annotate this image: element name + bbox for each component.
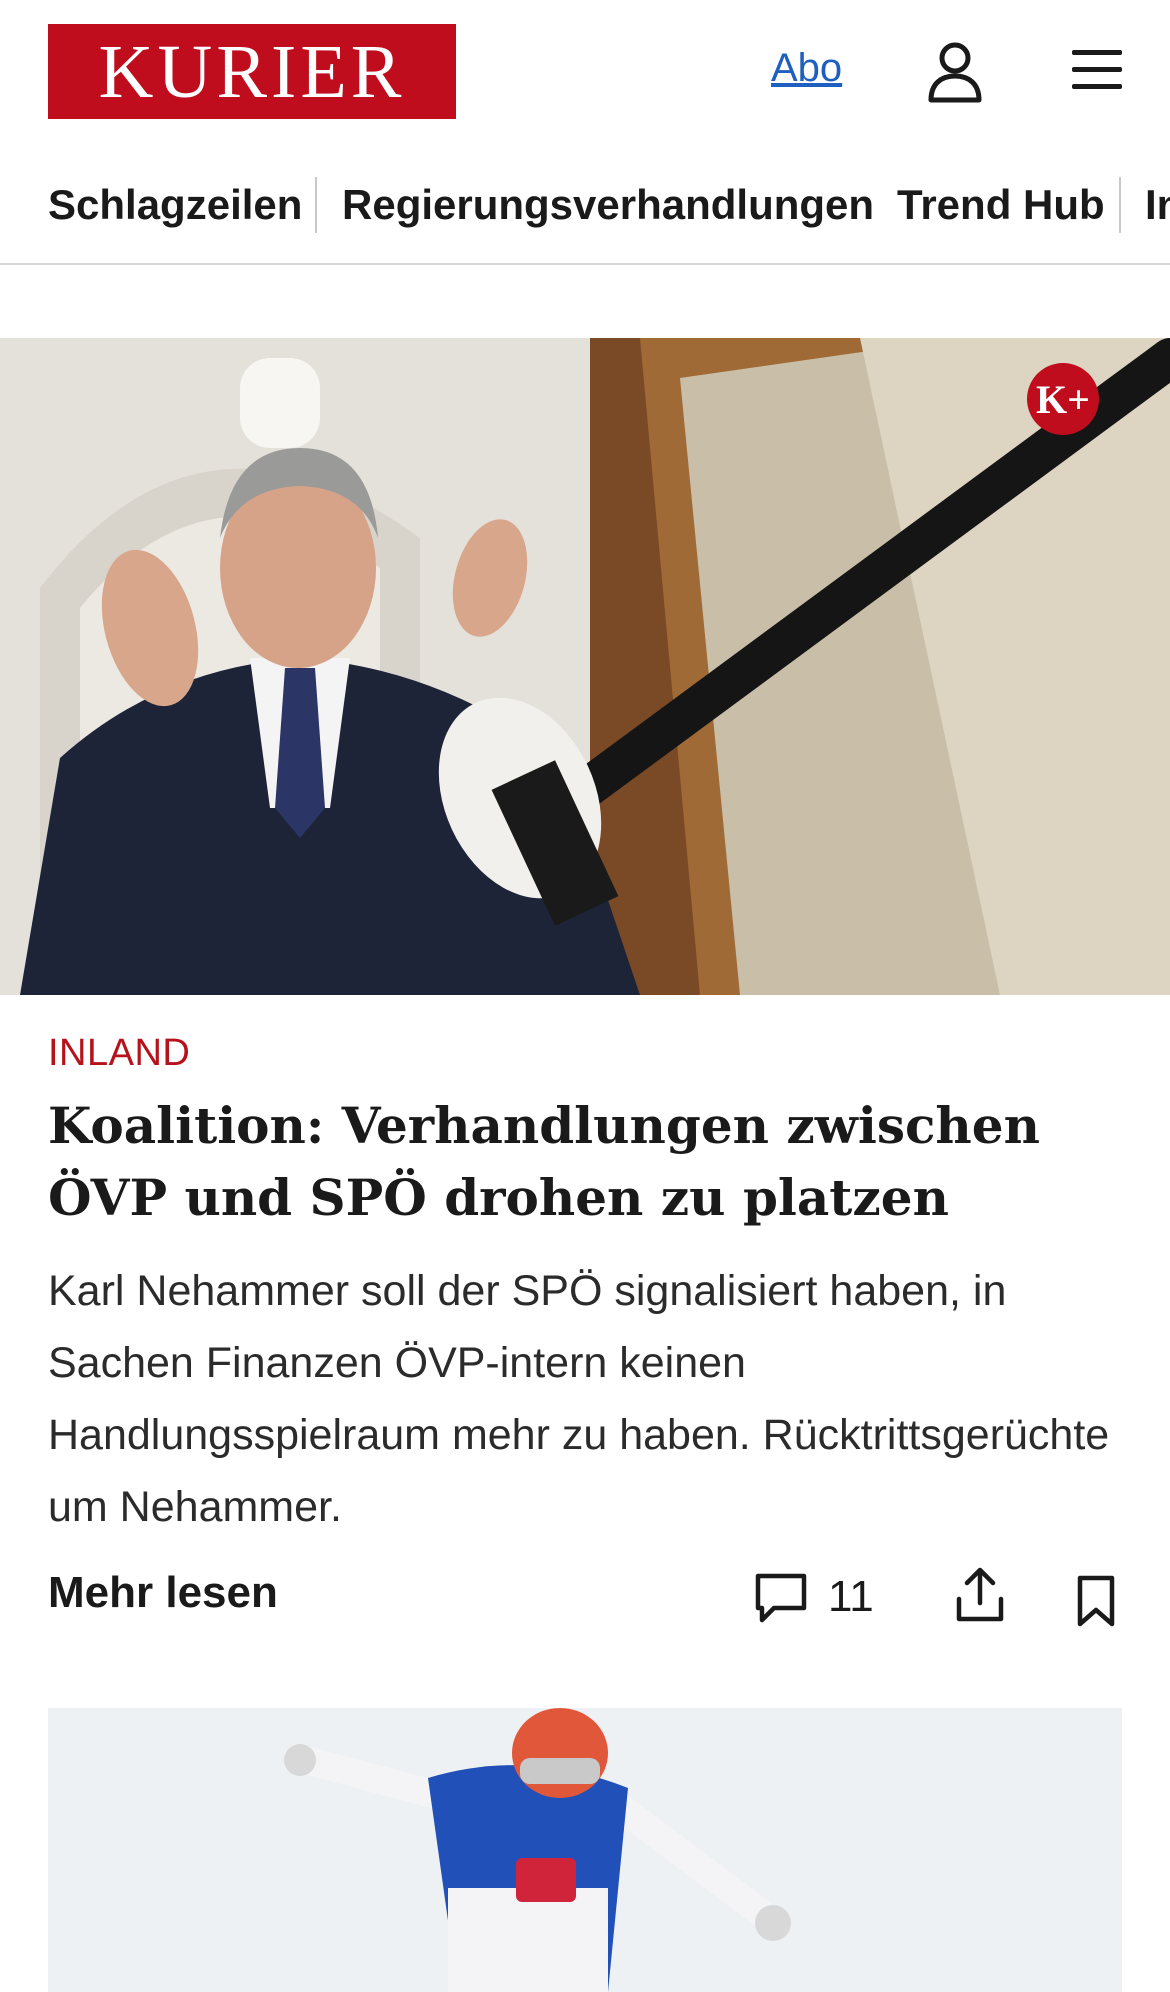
article-category[interactable]: INLAND (48, 1032, 190, 1075)
nav-item-inland[interactable]: In (1145, 175, 1170, 235)
comment-icon[interactable] (752, 1570, 812, 1626)
read-more-link[interactable]: Mehr lesen (48, 1568, 278, 1618)
nav-divider (1119, 177, 1121, 233)
next-article-image[interactable] (48, 1708, 1122, 1992)
section-nav: Schlagzeilen Regierungsverhandlungen Tre… (0, 165, 1170, 265)
kurier-logo[interactable]: KURIER (48, 24, 456, 119)
bookmark-icon[interactable] (1074, 1574, 1118, 1628)
hero-image[interactable] (0, 338, 1170, 995)
nav-item-regierungsverhandlungen[interactable]: Regierungsverhandlungen (342, 175, 874, 235)
kplus-badge: K+ (1027, 363, 1099, 435)
nav-item-schlagzeilen[interactable]: Schlagzeilen (48, 175, 302, 235)
comment-count[interactable]: 11 (828, 1572, 874, 1622)
abo-link[interactable]: Abo (771, 46, 842, 91)
user-icon[interactable] (925, 40, 985, 104)
site-header: KURIER Abo (0, 0, 1170, 145)
nav-item-trend-hub[interactable]: Trend Hub (897, 175, 1105, 235)
article-headline[interactable]: Koalition: Verhandlungen zwischen ÖVP un… (48, 1090, 1128, 1234)
share-icon[interactable] (953, 1565, 1007, 1625)
nav-divider (315, 177, 317, 233)
article-teaser[interactable]: Karl Nehammer soll der SPÖ signalisiert … (48, 1255, 1133, 1543)
hamburger-menu-icon[interactable] (1070, 42, 1126, 98)
